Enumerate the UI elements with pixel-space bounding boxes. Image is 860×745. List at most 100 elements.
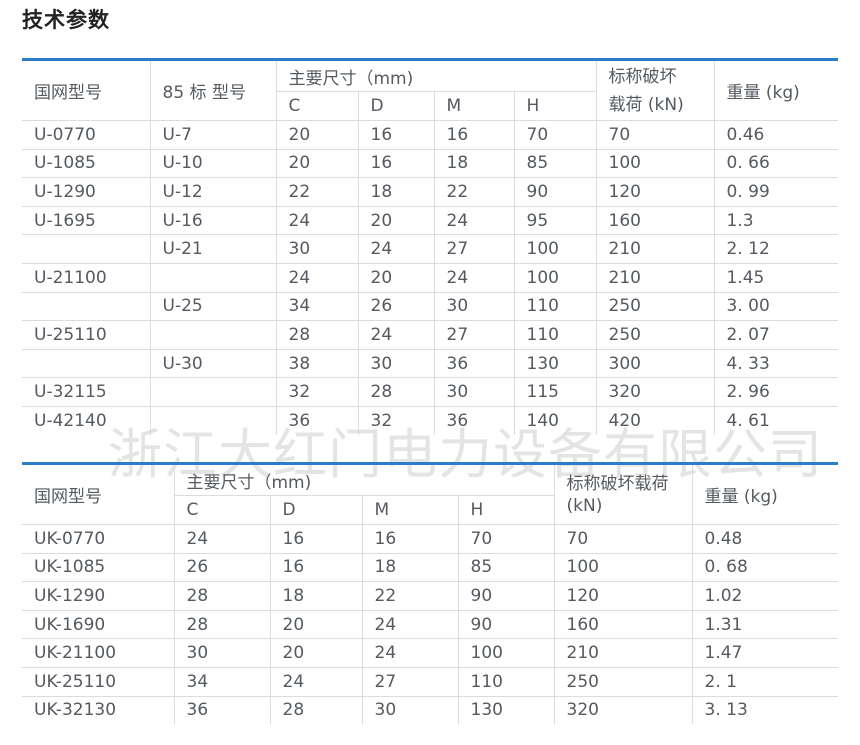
cell-weight: 1.3 [713,205,839,235]
cell-weight: 1.47 [691,638,839,668]
table-row: UK-1290 28 18 22 90 120 1.02 [22,581,839,611]
cell-C: 24 [275,205,358,235]
cell-D: 16 [269,524,362,554]
table-row: U-21 30 24 27 100 210 2. 12 [22,234,839,264]
cell-D: 20 [269,638,362,668]
header-load: 标称破坏载荷 (kN) [553,463,693,525]
cell-load: 160 [595,205,715,235]
cell-H: 130 [513,348,597,378]
cell-C: 20 [275,148,358,178]
header-load-line2: 载荷 (kN) [608,94,684,115]
header-m: M [433,91,514,121]
cell-M: 16 [361,524,458,554]
cell-load: 320 [595,377,715,407]
cell-model: UK-1690 [22,609,174,639]
cell-C: 26 [173,552,270,582]
cell-load: 210 [595,234,715,264]
cell-C: 24 [173,524,270,554]
cell-model: UK-0770 [22,524,174,554]
cell-model: U-1695 [22,205,150,235]
cell-weight: 2. 96 [713,377,839,407]
header-load-line1: 标称破坏载荷 [566,473,669,494]
cell-H: 95 [513,205,597,235]
cell-model85: U-21 [149,234,276,264]
cell-M: 30 [433,291,514,321]
cell-D: 16 [357,148,434,178]
cell-weight: 0.48 [691,524,839,554]
cell-C: 28 [275,320,358,350]
cell-H: 70 [457,524,555,554]
cell-model85: U-30 [149,348,276,378]
cell-C: 38 [275,348,358,378]
header-d: D [357,91,434,121]
header-c: C [173,495,270,525]
cell-load: 250 [595,320,715,350]
spec-table-u: 国网型号 85 标 型号 主要尺寸（mm) 标称破坏 载荷 (kN) 重量 (k… [22,58,839,435]
cell-M: 27 [433,320,514,350]
cell-H: 85 [457,552,555,582]
cell-weight: 0. 66 [713,148,839,178]
cell-H: 115 [513,377,597,407]
cell-M: 16 [433,120,514,150]
cell-load: 250 [595,291,715,321]
cell-H: 100 [457,638,555,668]
cell-weight: 2. 07 [713,320,839,350]
header-h: H [457,495,555,525]
cell-load: 320 [553,695,693,725]
cell-weight: 2. 1 [691,666,839,697]
cell-H: 90 [457,581,555,611]
cell-M: 24 [361,609,458,639]
cell-D: 18 [357,177,434,207]
header-load-line2: (kN) [566,495,603,516]
cell-load: 300 [595,348,715,378]
cell-H: 110 [457,666,555,697]
cell-C: 20 [275,120,358,150]
cell-weight: 1.31 [691,609,839,639]
table-header-row: 国网型号 85 标 型号 主要尺寸（mm) 标称破坏 载荷 (kN) 重量 (k… [22,59,839,121]
cell-H: 110 [513,291,597,321]
cell-model85: U-16 [149,205,276,235]
cell-model85 [149,262,276,293]
cell-model: UK-32130 [22,695,174,725]
cell-D: 16 [269,552,362,582]
cell-C: 24 [275,262,358,293]
cell-D: 24 [357,320,434,350]
spec-table-uk: 国网型号 主要尺寸（mm) 标称破坏载荷 (kN) 重量 (kg) C D M … [22,462,839,725]
cell-load: 70 [595,120,715,150]
table-body: U-0770 U-7 20 16 16 70 70 0.46 U-1085 U-10 20 16 18 8… [22,120,839,435]
cell-weight: 1.45 [713,262,839,293]
cell-M: 24 [433,262,514,293]
cell-M: 27 [361,666,458,697]
cell-C: 34 [173,666,270,697]
cell-weight: 3. 13 [691,695,839,725]
header-d: D [269,495,362,525]
cell-H: 100 [513,262,597,293]
table-row: U-0770 U-7 20 16 16 70 70 0.46 [22,120,839,150]
cell-model: UK-1290 [22,581,174,611]
cell-M: 22 [433,177,514,207]
cell-load: 250 [553,666,693,697]
cell-D: 20 [357,262,434,293]
cell-D: 26 [357,291,434,321]
cell-M: 27 [433,234,514,264]
cell-model85: U-10 [149,148,276,178]
table-row: U-25 34 26 30 110 250 3. 00 [22,291,839,321]
table-row: UK-1085 26 16 18 85 100 0. 68 [22,552,839,582]
cell-C: 32 [275,377,358,407]
cell-D: 20 [357,205,434,235]
cell-load: 120 [553,581,693,611]
cell-M: 22 [361,581,458,611]
cell-load: 70 [553,524,693,554]
cell-D: 28 [357,377,434,407]
cell-C: 22 [275,177,358,207]
cell-load: 100 [553,552,693,582]
cell-H: 90 [513,177,597,207]
header-model: 国网型号 [34,83,102,103]
cell-C: 28 [173,581,270,611]
cell-M: 30 [361,695,458,725]
cell-H: 85 [513,148,597,178]
cell-model85 [149,320,276,350]
table-row: U-32115 32 28 30 115 320 2. 96 [22,377,839,407]
cell-C: 30 [275,234,358,264]
header-dimensions: 主要尺寸（mm) [275,59,597,92]
